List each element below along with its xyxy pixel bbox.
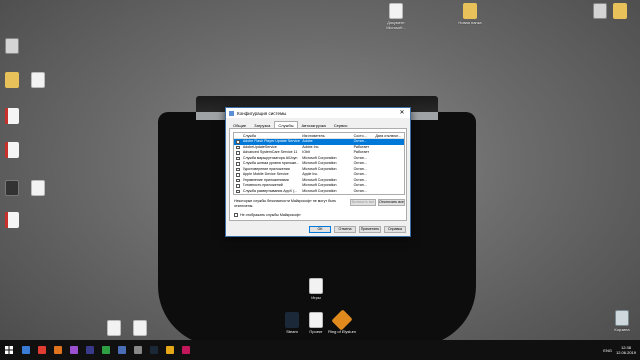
document-icon <box>31 72 45 88</box>
taskbar-app-icon[interactable] <box>148 340 160 360</box>
lang-indicator[interactable]: ENG <box>603 348 612 353</box>
help-button[interactable]: Справка <box>384 226 406 233</box>
folder-icon <box>613 3 627 19</box>
dialog-titlebar[interactable]: Конфигурация системы ✕ <box>226 108 410 118</box>
clock[interactable]: 12:38 12.06.2019 <box>616 345 636 355</box>
tab-services[interactable]: Службы <box>274 121 298 128</box>
folder-icon <box>5 72 19 88</box>
service-name: Служба AssignedAccessManager <box>242 194 301 195</box>
table-row[interactable]: Служба AssignedAccessManagerMicrosoft Co… <box>234 194 404 195</box>
pdf-icon <box>5 212 19 228</box>
hide-ms-services-checkbox[interactable]: Не отображать службы Майкрософт <box>234 213 301 217</box>
taskbar-app-icon[interactable] <box>20 340 32 360</box>
checkbox[interactable] <box>234 213 238 217</box>
taskbar-app-icon[interactable] <box>68 340 80 360</box>
tab-tools[interactable]: Сервис <box>330 121 352 128</box>
desktop-icon[interactable] <box>124 320 156 336</box>
desktop-icon[interactable]: Ring of Elysium <box>326 309 358 334</box>
document-icon <box>309 312 323 328</box>
system-tray: ENG 12:38 12.06.2019 <box>603 340 636 360</box>
service-status: Остан... <box>353 194 375 195</box>
desktop-icon[interactable]: Новая папка <box>454 3 486 25</box>
col-service[interactable]: Служба <box>242 133 301 138</box>
clock-date: 12.06.2019 <box>615 350 636 355</box>
system-configuration-dialog: Конфигурация системы ✕ Общие Загрузка Сл… <box>225 107 411 237</box>
ring-of-elysium-icon <box>331 309 353 331</box>
cancel-button[interactable]: Отмена <box>334 226 356 233</box>
desktop-icon[interactable] <box>0 38 28 54</box>
dialog-buttons: ОК Отмена Применить Справка <box>226 226 410 233</box>
start-button[interactable] <box>2 340 16 360</box>
ok-button[interactable]: ОК <box>309 226 331 233</box>
taskbar-app-icon[interactable] <box>84 340 96 360</box>
document-icon <box>309 278 323 294</box>
desktop-icon[interactable]: Игры <box>300 278 332 300</box>
tab-general[interactable]: Общие <box>229 121 250 128</box>
taskbar-app-icon[interactable] <box>180 340 192 360</box>
pdf-icon <box>5 142 19 158</box>
service-date <box>374 194 404 195</box>
taskbar-app-icon[interactable] <box>36 340 48 360</box>
col-manufacturer[interactable]: Изготовитель <box>301 133 352 138</box>
taskbar-app-icon[interactable] <box>52 340 64 360</box>
col-date-disabled[interactable]: Дата отключе... <box>374 133 404 138</box>
disable-all-button[interactable]: Отключить все <box>378 199 405 206</box>
taskbar: ENG 12:38 12.06.2019 <box>0 340 640 360</box>
ms-services-note: Некоторые службы безопасности Майкрософт… <box>234 199 337 208</box>
msconfig-icon <box>229 110 234 116</box>
pdf-icon <box>5 108 19 124</box>
dialog-title: Конфигурация системы <box>237 110 287 116</box>
document-icon <box>107 320 121 336</box>
apply-button[interactable]: Применить <box>359 226 381 233</box>
dialog-tabs: Общие Загрузка Службы Автозагрузка Серви… <box>226 118 410 128</box>
windows-icon <box>5 346 13 354</box>
taskbar-app-icon[interactable] <box>116 340 128 360</box>
steam-icon <box>285 312 299 328</box>
document-icon <box>133 320 147 336</box>
desktop-icon[interactable] <box>0 108 28 124</box>
app-icon <box>5 180 19 196</box>
desktop-icon[interactable]: Корзина <box>606 310 638 332</box>
document-icon <box>389 3 403 19</box>
col-status[interactable]: Состо... <box>353 133 375 138</box>
taskbar-app-icon[interactable] <box>164 340 176 360</box>
desktop-icon[interactable] <box>0 142 28 158</box>
desktop-icon[interactable]: Документ Microsoft... <box>380 3 412 30</box>
services-table[interactable]: Служба Изготовитель Состо... Дата отключ… <box>233 132 405 195</box>
folder-icon <box>463 3 477 19</box>
close-icon[interactable]: ✕ <box>397 108 407 118</box>
services-panel: Служба Изготовитель Состо... Дата отключ… <box>229 128 407 221</box>
desktop-icon[interactable] <box>22 180 54 196</box>
recycle-bin-icon <box>615 310 629 326</box>
desktop-icon[interactable] <box>22 72 54 88</box>
enable-all-button[interactable]: Включить все <box>350 199 376 206</box>
tab-startup[interactable]: Автозагрузка <box>298 121 330 128</box>
app-icon <box>5 38 19 54</box>
taskbar-app-icon[interactable] <box>100 340 112 360</box>
tab-boot[interactable]: Загрузка <box>250 121 274 128</box>
document-icon <box>31 180 45 196</box>
desktop-icon[interactable] <box>0 212 28 228</box>
service-manufacturer: Microsoft Corporation <box>301 194 352 195</box>
hide-ms-label: Не отображать службы Майкрософт <box>240 213 301 217</box>
taskbar-app-icon[interactable] <box>132 340 144 360</box>
row-checkbox[interactable] <box>234 194 242 195</box>
desktop-icon[interactable] <box>604 3 636 19</box>
